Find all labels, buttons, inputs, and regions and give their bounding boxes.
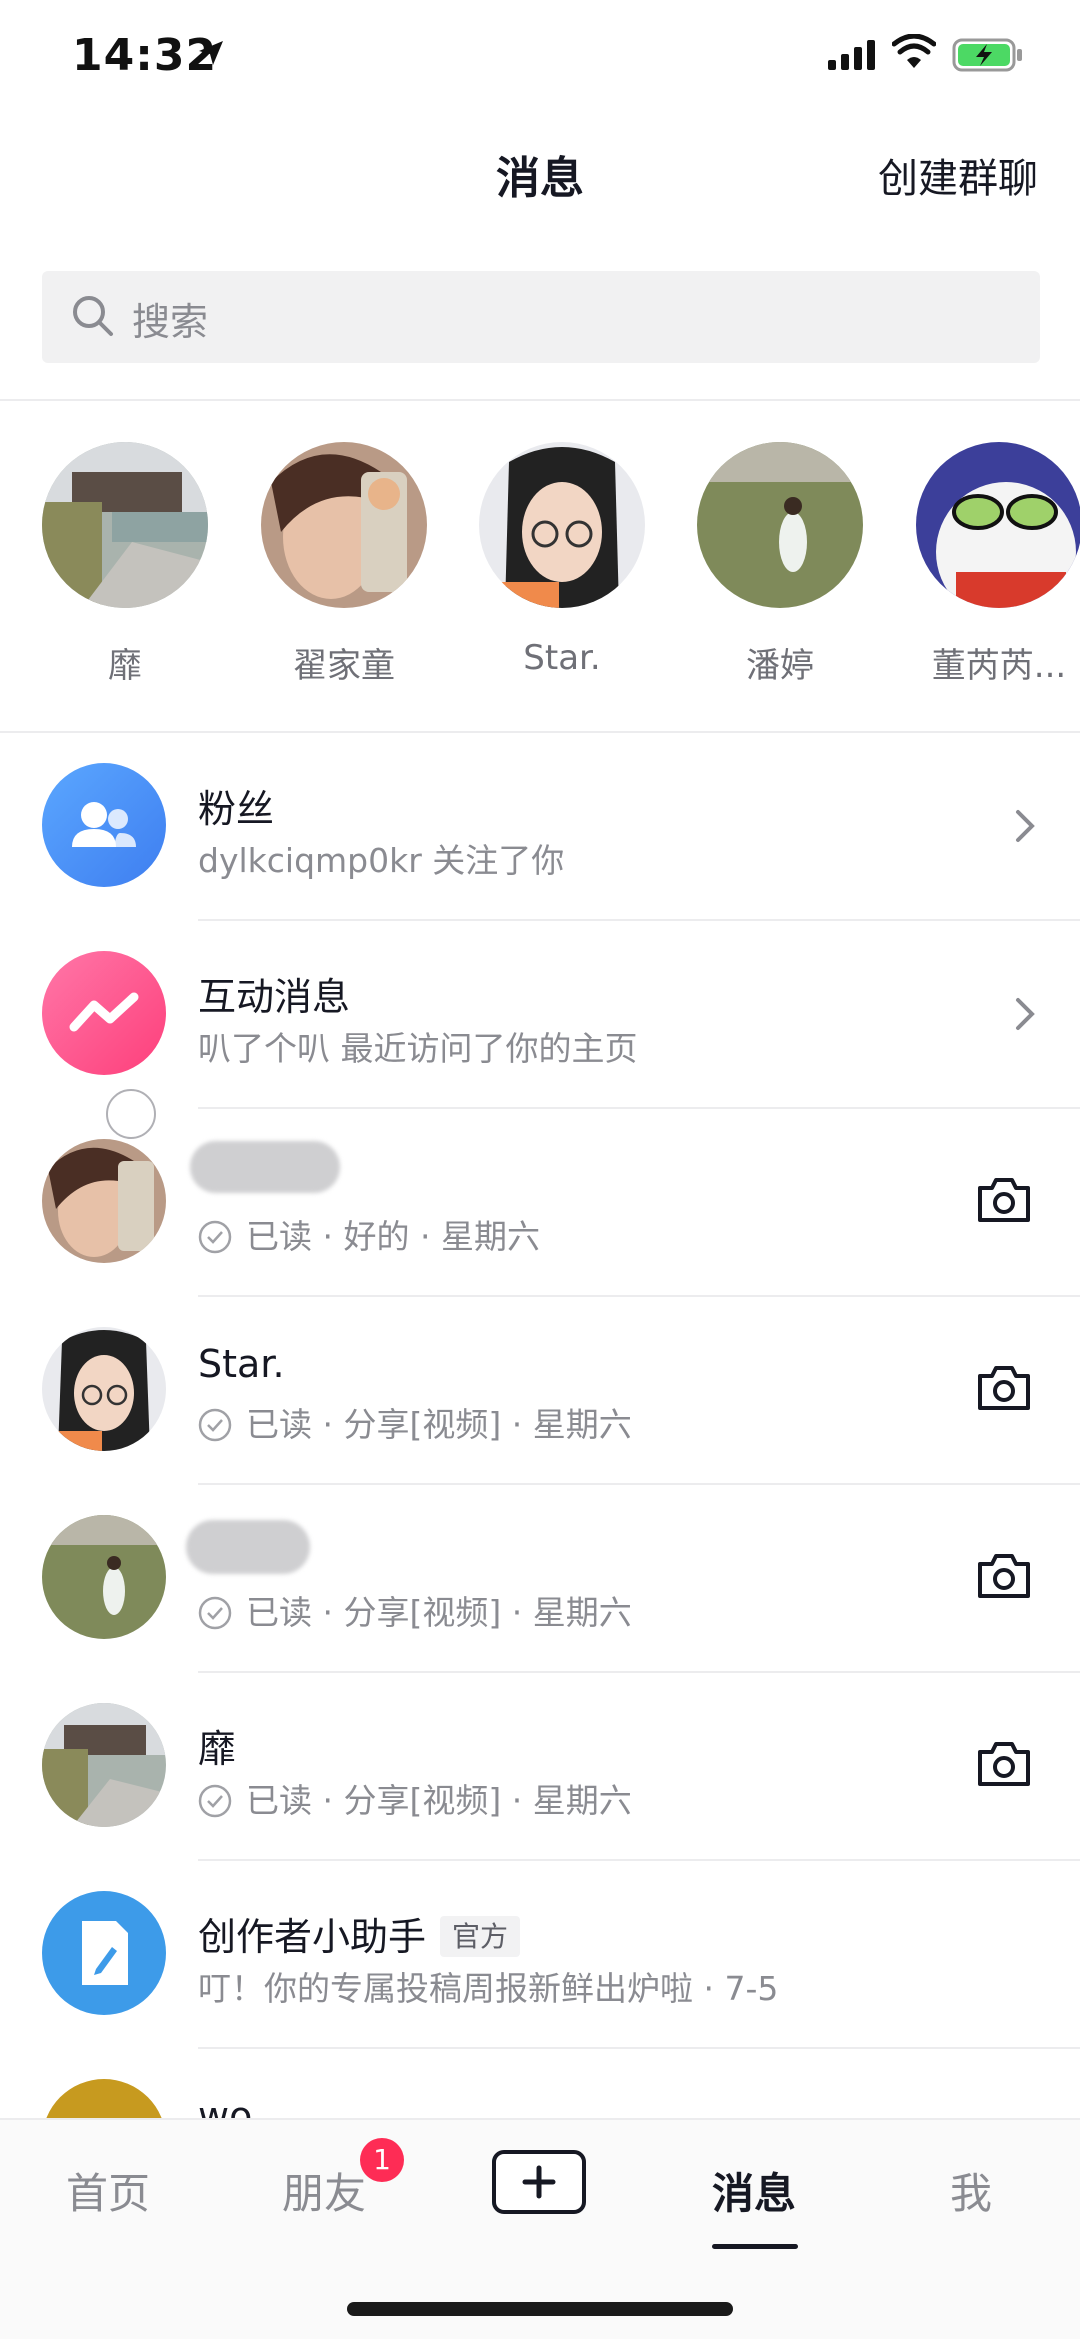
search-icon xyxy=(73,296,113,336)
fans-avatar[interactable] xyxy=(42,763,166,887)
story-item[interactable]: 靡 xyxy=(42,442,208,687)
create-group-button[interactable]: 创建群聊 xyxy=(878,146,1038,204)
location-arrow-icon xyxy=(199,41,223,65)
divider xyxy=(0,731,1080,733)
interaction-avatar[interactable] xyxy=(42,951,166,1075)
official-badge: 官方 xyxy=(440,1916,521,1957)
camera-icon[interactable] xyxy=(976,1552,1032,1600)
camera-icon[interactable] xyxy=(976,1364,1032,1412)
status-ring xyxy=(106,1089,156,1139)
story-name: 翟家童 xyxy=(293,646,395,686)
search-placeholder: 搜索 xyxy=(132,300,209,344)
story-name: Star. xyxy=(523,638,601,678)
read-check-icon xyxy=(198,1784,232,1818)
row-title: 互动消息 xyxy=(198,975,351,1019)
divider xyxy=(198,919,1080,921)
story-item[interactable]: 董芮芮... xyxy=(916,442,1080,687)
avatar[interactable] xyxy=(42,1515,166,1639)
row-title: 靡 xyxy=(198,1727,237,1771)
story-name: 董芮芮... xyxy=(931,646,1067,686)
read-check-icon xyxy=(198,1596,232,1630)
row-subtitle: 叭了个叭 最近访问了你的主页 xyxy=(198,1029,638,1068)
tab-me[interactable]: 我 xyxy=(950,2160,992,2221)
row-subtitle: 已读 · 分享[视频] · 星期六 xyxy=(198,1586,632,1634)
story-item[interactable]: 翟家童 xyxy=(261,442,427,687)
notification-badge: 1 xyxy=(360,2138,404,2182)
interaction-icon xyxy=(69,992,139,1032)
chevron-right-icon[interactable] xyxy=(1014,994,1038,1034)
row-title: 粉丝 xyxy=(198,787,275,831)
tab-home[interactable]: 首页 xyxy=(66,2160,150,2221)
avatar xyxy=(479,442,645,608)
search-input[interactable]: 搜索 xyxy=(42,271,1040,363)
avatar[interactable] xyxy=(42,1139,166,1263)
avatar xyxy=(261,442,427,608)
camera-icon[interactable] xyxy=(976,1740,1032,1788)
home-indicator xyxy=(347,2302,733,2316)
avatar xyxy=(42,442,208,608)
read-check-icon xyxy=(198,1220,232,1254)
divider xyxy=(198,1859,1080,1861)
divider xyxy=(198,2047,1080,2049)
camera-icon[interactable] xyxy=(976,1176,1032,1224)
tab-messages[interactable]: 消息 xyxy=(712,2160,796,2221)
story-item[interactable]: Star. xyxy=(479,442,645,678)
row-subtitle: 已读 · 好的 · 星期六 xyxy=(198,1210,540,1258)
divider xyxy=(198,1483,1080,1485)
divider xyxy=(198,1107,1080,1109)
row-subtitle: 已读 · 分享[视频] · 星期六 xyxy=(198,1398,632,1446)
row-subtitle: dylkciqmp0kr 关注了你 xyxy=(198,841,565,880)
create-plus-button[interactable] xyxy=(490,2148,590,2216)
divider xyxy=(198,1671,1080,1673)
fans-icon xyxy=(72,802,136,847)
avatar xyxy=(697,442,863,608)
row-title: Star. xyxy=(198,1342,285,1386)
wifi-icon xyxy=(892,34,936,68)
avatar xyxy=(916,442,1080,608)
divider xyxy=(198,1295,1080,1297)
row-subtitle: 叮！你的专属投稿周报新鲜出炉啦 · 7-5 xyxy=(198,1969,779,2008)
row-title: 创作者小助手 官方 xyxy=(198,1906,521,1961)
active-tab-indicator xyxy=(712,2244,798,2249)
battery-charging-icon xyxy=(952,38,1022,72)
story-name: 靡 xyxy=(108,646,142,686)
signal-icon xyxy=(828,40,875,70)
avatar[interactable] xyxy=(42,1327,166,1451)
chevron-right-icon[interactable] xyxy=(1014,806,1038,846)
divider xyxy=(0,399,1080,401)
edit-icon xyxy=(82,1921,128,1985)
row-subtitle: 已读 · 分享[视频] · 星期六 xyxy=(198,1774,632,1822)
creator-assistant-avatar[interactable] xyxy=(42,1891,166,2015)
tab-friends[interactable]: 朋友 xyxy=(282,2160,366,2221)
name-redacted xyxy=(186,1520,310,1574)
read-check-icon xyxy=(198,1408,232,1442)
story-item[interactable]: 潘婷 xyxy=(697,442,863,687)
story-name: 潘婷 xyxy=(746,646,814,686)
avatar[interactable] xyxy=(42,1703,166,1827)
name-redacted xyxy=(190,1141,340,1193)
